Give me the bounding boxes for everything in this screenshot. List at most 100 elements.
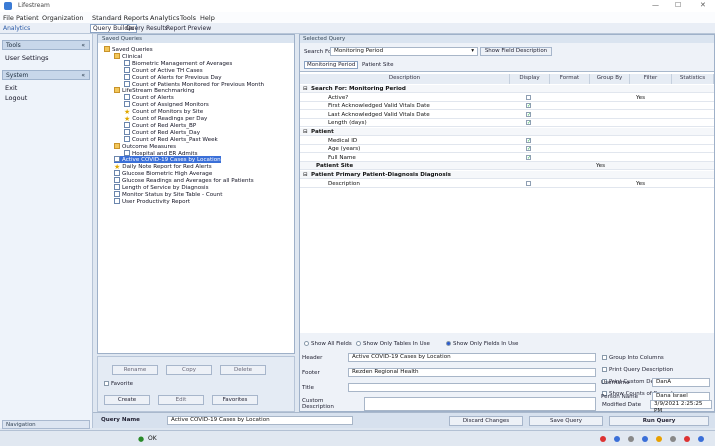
table-row[interactable]: Patient Site Yes: [300, 162, 714, 171]
custom-description-label-2: Description: [302, 404, 334, 410]
title-input[interactable]: [348, 383, 596, 392]
query-name-label: Query Name: [101, 417, 140, 423]
red-indicator-icon: [684, 436, 690, 442]
query-name-input[interactable]: Active COVID-19 Cases by Location: [167, 416, 353, 425]
display-checkbox[interactable]: ✓: [526, 111, 531, 117]
nav-item-user-settings[interactable]: User Settings: [5, 54, 49, 62]
group-by-value[interactable]: Yes: [596, 162, 605, 170]
rename-button[interactable]: Rename: [112, 365, 158, 375]
column-header-format[interactable]: Format: [550, 74, 590, 84]
create-button[interactable]: Create: [104, 395, 150, 405]
radio-show-only-tables[interactable]: Show Only Tables In Use: [356, 341, 430, 347]
table-row[interactable]: First Acknowledged Valid Vitals Date ✓: [300, 102, 714, 111]
document-icon: [124, 149, 130, 156]
show-field-description-button[interactable]: Show Field Description: [480, 47, 552, 56]
table-row[interactable]: ⊟ Search For: Monitoring Period: [300, 85, 714, 93]
menu-analytics[interactable]: Analytics: [150, 14, 180, 22]
filter-value[interactable]: Yes: [636, 180, 645, 188]
maximize-button[interactable]: ☐: [675, 1, 681, 9]
table-row[interactable]: Length (days) ✓: [300, 119, 714, 128]
nav-item-logout[interactable]: Logout: [5, 94, 27, 102]
row-description: Last Acknowledged Valid Vitals Date: [328, 111, 430, 118]
table-row[interactable]: Age (years) ✓: [300, 145, 714, 154]
print-query-description-checkbox[interactable]: Print Query Description: [602, 367, 673, 373]
menu-tools[interactable]: Tools: [180, 14, 196, 22]
radio-show-only-fields[interactable]: Show Only Fields In Use: [446, 341, 518, 347]
row-description: Length (days): [328, 120, 367, 127]
column-header-group-by[interactable]: Group By: [590, 74, 630, 84]
close-button[interactable]: ✕: [700, 1, 706, 9]
collapse-icon[interactable]: ⊟: [303, 171, 308, 179]
collapse-icon[interactable]: ⊟: [303, 85, 308, 93]
custom-description-input[interactable]: [364, 397, 596, 411]
display-checkbox[interactable]: ✓: [526, 146, 531, 152]
row-description: Active?: [328, 94, 349, 101]
delete-button[interactable]: Delete: [220, 365, 266, 375]
edit-button[interactable]: Edit: [158, 395, 204, 405]
favorites-button[interactable]: Favorites: [212, 395, 258, 405]
minimize-button[interactable]: —: [652, 1, 659, 9]
display-checkbox[interactable]: [526, 94, 531, 100]
nav-header-tools[interactable]: Tools «: [2, 40, 90, 50]
modified-date-field: 3/9/2021 2:25:25 PM: [650, 400, 712, 414]
column-header-statistics[interactable]: Statistics: [672, 74, 714, 84]
table-row[interactable]: Medical ID ✓: [300, 137, 714, 145]
document-icon: [124, 59, 130, 66]
red-alert-icon: [600, 436, 606, 442]
selected-query-panel: Selected Query Search For: Monitoring Pe…: [299, 34, 715, 414]
folder-icon: [114, 142, 120, 149]
table-row[interactable]: Active? Yes: [300, 94, 714, 102]
footer-input[interactable]: Rezden Regional Health: [348, 368, 596, 377]
nav-item-exit[interactable]: Exit: [5, 84, 17, 92]
table-row[interactable]: ⊟ Patient Primary Patient-Diagnosis Diagn…: [300, 171, 714, 179]
display-checkbox[interactable]: ✓: [526, 154, 531, 160]
row-description: Patient Primary Patient-Diagnosis Diagno…: [311, 172, 451, 178]
table-row[interactable]: Last Acknowledged Valid Vitals Date ✓: [300, 111, 714, 119]
table-row[interactable]: Full Name ✓: [300, 154, 714, 162]
query-name-bar: Query Name Active COVID-19 Cases by Loca…: [93, 412, 715, 428]
save-query-button[interactable]: Save Query: [529, 416, 603, 426]
column-header-description[interactable]: Description: [300, 74, 510, 84]
navigation-footer[interactable]: Navigation: [2, 420, 90, 429]
tab-report-preview[interactable]: Report Preview: [166, 25, 211, 32]
tree-header: Saved Queries: [98, 35, 294, 43]
gray-indicator-icon: [628, 436, 634, 442]
table-row[interactable]: Description Yes: [300, 180, 714, 188]
tab-patient-site[interactable]: Patient Site: [362, 62, 393, 68]
menu-file[interactable]: File: [3, 14, 14, 22]
run-query-button[interactable]: Run Query: [609, 416, 709, 426]
menu-standard-reports[interactable]: Standard Reports: [92, 14, 149, 22]
tree-node-label: User Productivity Report: [122, 198, 191, 205]
copy-button[interactable]: Copy: [166, 365, 212, 375]
display-checkbox[interactable]: ✓: [526, 103, 531, 109]
document-icon: [124, 121, 130, 128]
tab-query-results[interactable]: Query Results: [126, 25, 168, 32]
blue-indicator-icon: [698, 436, 704, 442]
collapse-icon[interactable]: ⊟: [303, 128, 308, 136]
nav-header-system[interactable]: System «: [2, 70, 90, 80]
menu-help[interactable]: Help: [200, 14, 215, 22]
search-for-dropdown[interactable]: Monitoring Period ▾: [330, 47, 478, 56]
table-row[interactable]: ⊟ Patient: [300, 128, 714, 136]
tab-monitoring-period[interactable]: Monitoring Period: [304, 61, 359, 69]
document-icon: [124, 101, 130, 108]
filter-value[interactable]: Yes: [636, 94, 645, 102]
header-input[interactable]: Active COVID-19 Cases by Location: [348, 353, 596, 362]
column-header-display[interactable]: Display: [510, 74, 550, 84]
group-into-columns-checkbox[interactable]: Group Into Columns: [602, 355, 664, 361]
chevron-down-icon: ▾: [471, 48, 474, 54]
menu-organization[interactable]: Organization: [42, 14, 84, 22]
document-icon: [114, 156, 120, 163]
status-bar: ● OK: [0, 430, 715, 446]
display-checkbox[interactable]: ✓: [526, 120, 531, 126]
display-checkbox[interactable]: [526, 180, 531, 186]
menu-patient[interactable]: Patient: [16, 14, 39, 22]
display-checkbox[interactable]: ✓: [526, 137, 531, 143]
tree-node[interactable]: User Productivity Report: [114, 197, 191, 205]
row-description: Full Name: [328, 154, 356, 161]
row-description: Patient Site: [316, 163, 354, 170]
discard-changes-button[interactable]: Discard Changes: [449, 416, 523, 426]
column-header-filter[interactable]: Filter: [630, 74, 672, 84]
radio-show-all-fields[interactable]: Show All Fields: [304, 341, 352, 347]
favorite-checkbox[interactable]: Favorite: [104, 381, 133, 387]
